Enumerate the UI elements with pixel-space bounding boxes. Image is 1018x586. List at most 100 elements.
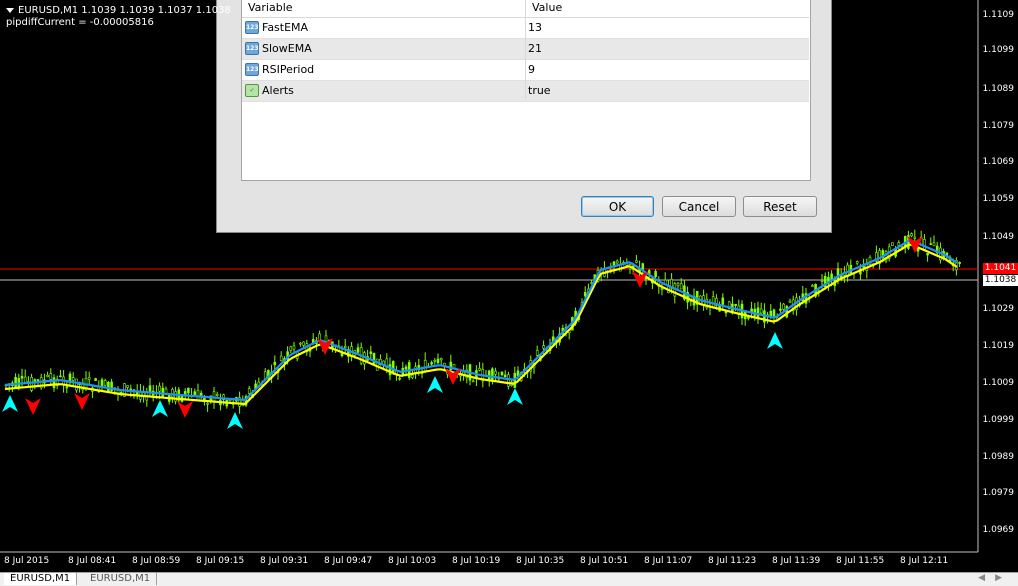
time-tick-label: 8 Jul 08:41 [68,556,117,566]
candle-body [926,252,929,256]
candle-body [46,375,49,378]
candle-body [820,280,824,282]
candle-body [193,391,197,395]
candle-body [654,271,657,277]
candle-body [59,375,62,378]
price-tick-label: 1.1069 [982,157,1015,167]
chart-tabs-bar: EURUSD,M1 EURUSD,M1 ◀▶ [0,572,1018,586]
candle-body [929,243,933,245]
candle-body [289,346,293,351]
cancel-button[interactable]: Cancel [662,196,736,217]
time-tick-label: 8 Jul 11:07 [644,556,693,566]
candle-body [215,393,219,396]
price-tick-label: 1.1099 [982,45,1015,55]
candle-body [891,242,894,246]
variable-value[interactable]: 9 [528,63,535,76]
candle-body [779,308,782,311]
candle-body [369,351,373,355]
candle-body [782,303,785,310]
candle-body [897,242,901,246]
candle-body [615,260,619,264]
inputs-grid: Variable Value 123 FastEMA 13 123 SlowEM… [241,0,811,181]
candle-body [49,373,53,380]
number-123-icon: 123 [245,21,259,34]
candle-body [171,389,174,398]
reset-button[interactable]: Reset [743,196,817,217]
red-price-tag: 1.1041 [983,263,1018,274]
candle-body [75,378,78,391]
candle-body [404,366,408,370]
candle-body [503,374,507,378]
candle-body [71,377,75,381]
price-tick-label: 1.0999 [982,415,1015,425]
price-tick-label: 1.1109 [982,10,1015,20]
price-tick-label: 1.1029 [982,304,1015,314]
current-price-tag: 1.1038 [983,275,1018,286]
time-tick-label: 8 Jul 10:19 [452,556,501,566]
candle-body [363,352,366,365]
candle-body [430,362,433,365]
candle-body [507,374,510,387]
buy-arrow-icon [2,395,18,412]
candle-body [388,364,392,376]
sell-arrow-icon [177,401,193,418]
tab-eurusd-m1-active[interactable]: EURUSD,M1 [4,573,78,585]
column-header-value[interactable]: Value [532,1,562,14]
column-separator[interactable] [525,0,526,99]
candle-body [788,300,792,303]
ok-button[interactable]: OK [581,196,654,217]
number-123-icon: 123 [245,42,259,55]
collapse-triangle-icon[interactable] [6,7,14,13]
price-tick-label: 1.1049 [982,232,1015,242]
time-tick-label: 8 Jul 11:39 [772,556,821,566]
candle-body [958,261,961,264]
candle-body [811,285,814,287]
buy-arrow-icon [152,400,168,417]
time-tick-label: 8 Jul 10:51 [580,556,629,566]
candle-body [103,380,107,386]
time-tick-label: 8 Jul 10:35 [516,556,565,566]
time-tick-label: 8 Jul 11:23 [708,556,757,566]
symbol-info: EURUSD,M1 1.1039 1.1039 1.1037 1.1038 [18,5,231,16]
indicator-value: pipdiffCurrent = -0.00005816 [6,17,154,28]
variable-value[interactable]: true [528,84,551,97]
candle-body [126,385,129,388]
variable-name: Alerts [262,84,294,97]
tab-eurusd-m1[interactable]: EURUSD,M1 [84,573,158,585]
variable-name: FastEMA [262,21,309,34]
candle-body [36,379,40,381]
candle-body [433,359,437,362]
candle-body [279,355,283,362]
candle-body [679,283,683,290]
price-tick-label: 1.1089 [982,84,1015,94]
price-tick-label: 1.0979 [982,488,1015,498]
candle-body [711,296,715,308]
candle-body [375,358,379,371]
candle-body [494,370,497,375]
candle-body [756,307,760,319]
variable-value[interactable]: 21 [528,42,542,55]
candle-body [660,288,664,290]
candle-body [87,376,91,380]
price-tick-label: 1.1059 [982,194,1015,204]
variable-name: SlowEMA [262,42,312,55]
candle-body [398,377,401,380]
candle-body [471,380,475,383]
candle-body [913,236,917,239]
candle-body [247,388,251,394]
candle-body [436,358,440,364]
variable-value[interactable]: 13 [528,21,542,34]
sell-arrow-icon [25,398,41,415]
tab-scroll-arrows-icon[interactable]: ◀▶ [978,573,1012,583]
candle-body [206,403,209,405]
candle-body [635,260,638,263]
chart-header: EURUSD,M1 1.1039 1.1039 1.1037 1.1038 pi… [6,5,231,29]
price-tick-label: 1.1079 [982,121,1015,131]
candle-body [23,376,27,383]
boolean-icon: ✓ [245,84,259,97]
candle-body [676,282,680,286]
price-tick-label: 1.0969 [982,525,1015,535]
candle-body [439,358,443,361]
candle-body [391,361,395,373]
column-header-variable[interactable]: Variable [248,1,293,14]
